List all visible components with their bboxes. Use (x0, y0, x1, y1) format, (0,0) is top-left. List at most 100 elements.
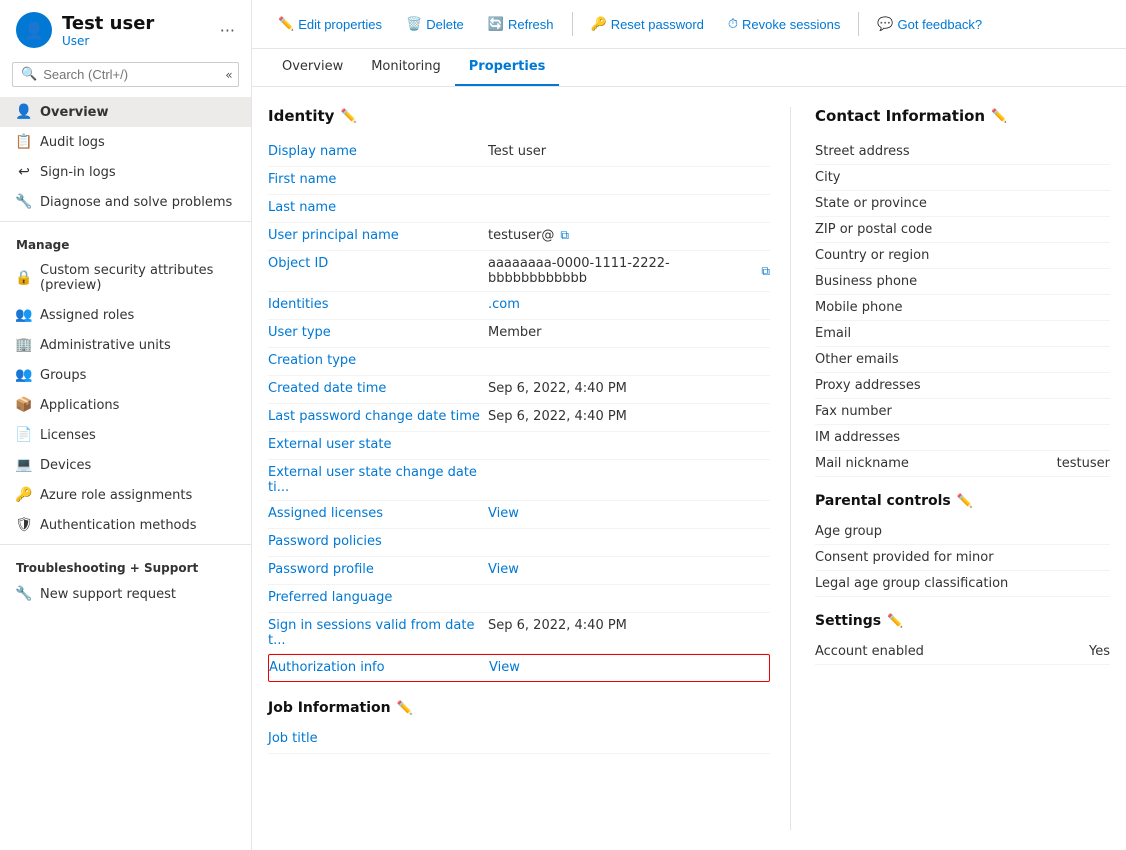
applications-label: Applications (40, 398, 119, 413)
revoke-sessions-button[interactable]: ⏱ Revoke sessions (718, 10, 850, 38)
custom-security-icon: 🔒 (16, 270, 32, 286)
refresh-label: Refresh (508, 17, 554, 32)
contact-field-row: Email (815, 321, 1110, 347)
field-label: Display name (268, 144, 488, 159)
contact-fields: Street address CityState or province ZIP o… (815, 139, 1110, 477)
sidebar-item-auth-methods[interactable]: 🛡 Authentication methods (0, 510, 251, 540)
sidebar-item-custom-security[interactable]: 🔒 Custom security attributes (preview) (0, 256, 251, 300)
contact-field-value: Yes (1089, 644, 1110, 659)
tab-monitoring[interactable]: Monitoring (357, 49, 455, 86)
contact-section-title: Contact Information ✏️ (815, 107, 1110, 125)
sidebar-item-audit-logs[interactable]: 📋 Audit logs (0, 127, 251, 157)
field-value: View (488, 562, 519, 577)
search-icon: 🔍 (21, 67, 37, 82)
field-value: View (489, 660, 520, 675)
sidebar-item-assigned-roles[interactable]: 👥 Assigned roles (0, 300, 251, 330)
user-name: Test user (62, 13, 154, 34)
feedback-button[interactable]: 💬 Got feedback? (867, 10, 992, 38)
edit-properties-button[interactable]: ✏️ Edit properties (268, 10, 392, 38)
avatar: 👤 (16, 12, 52, 48)
field-value: Sep 6, 2022, 4:40 PM (488, 409, 627, 424)
sidebar-item-new-support[interactable]: 🔧 New support request (0, 579, 251, 609)
job-fields: Job title (268, 726, 770, 754)
delete-button[interactable]: 🗑️ Delete (396, 10, 474, 38)
field-label: Preferred language (268, 590, 488, 605)
contact-field-row: IM addresses (815, 425, 1110, 451)
contact-field-row: City (815, 165, 1110, 191)
contact-edit-icon[interactable]: ✏️ (991, 109, 1007, 124)
field-link[interactable]: View (488, 506, 519, 521)
admin-units-label: Administrative units (40, 338, 171, 353)
user-type: User (62, 34, 154, 48)
collapse-icon[interactable]: « (225, 68, 232, 82)
identity-fields: Display nameTest userFirst nameLast name… (268, 139, 770, 682)
search-input[interactable] (43, 67, 219, 82)
copy-icon[interactable]: ⧉ (761, 264, 770, 279)
contact-field-row: ZIP or postal code (815, 217, 1110, 243)
contact-field-label: Country or region (815, 248, 1110, 263)
reset-password-button[interactable]: 🔑 Reset password (581, 10, 714, 38)
groups-label: Groups (40, 368, 86, 383)
overview-icon: 👤 (16, 104, 32, 120)
identity-field-row: Identities.com (268, 292, 770, 320)
field-label: External user state change date ti... (268, 465, 488, 495)
identity-field-row: Display nameTest user (268, 139, 770, 167)
field-label: External user state (268, 437, 488, 452)
field-label: Object ID (268, 256, 488, 271)
identity-field-row: Object IDaaaaaaaa-0000-1111-2222-bbbbbbb… (268, 251, 770, 292)
sidebar-item-sign-in-logs[interactable]: ↩ Sign-in logs (0, 157, 251, 187)
contact-field-row: Country or region (815, 243, 1110, 269)
identity-field-row: User principal nametestuser@⧉ (268, 223, 770, 251)
refresh-button[interactable]: 🔄 Refresh (478, 10, 564, 38)
contact-field-row: State or province (815, 191, 1110, 217)
sidebar-item-admin-units[interactable]: 🏢 Administrative units (0, 330, 251, 360)
field-label: Creation type (268, 353, 488, 368)
field-value: Member (488, 325, 541, 340)
tabs: Overview Monitoring Properties (252, 49, 1126, 87)
contact-field-label: Mobile phone (815, 300, 1110, 315)
sidebar-item-applications[interactable]: 📦 Applications (0, 390, 251, 420)
sidebar-item-groups[interactable]: 👥 Groups (0, 360, 251, 390)
field-link[interactable]: View (488, 562, 519, 577)
field-label: Password policies (268, 534, 488, 549)
sidebar-item-azure-roles[interactable]: 🔑 Azure role assignments (0, 480, 251, 510)
tab-properties[interactable]: Properties (455, 49, 560, 86)
parental-edit-icon[interactable]: ✏️ (957, 494, 973, 509)
groups-icon: 👥 (16, 367, 32, 383)
more-options-icon[interactable]: ··· (220, 21, 235, 40)
reset-password-label: Reset password (611, 17, 704, 32)
identity-field-row: Last password change date timeSep 6, 202… (268, 404, 770, 432)
custom-security-label: Custom security attributes (preview) (40, 263, 235, 293)
assigned-roles-label: Assigned roles (40, 308, 134, 323)
devices-icon: 💻 (16, 457, 32, 473)
field-value: .com (488, 297, 520, 312)
identities-link[interactable]: .com (488, 297, 520, 312)
copy-icon[interactable]: ⧉ (560, 228, 569, 243)
field-label: User type (268, 325, 488, 340)
tab-overview[interactable]: Overview (268, 49, 357, 86)
sidebar-item-overview[interactable]: 👤 Overview (0, 97, 251, 127)
identity-edit-icon[interactable]: ✏️ (340, 109, 356, 124)
contact-field-label: ZIP or postal code (815, 222, 1110, 237)
settings-edit-icon[interactable]: ✏️ (887, 614, 903, 629)
support-icon: 🔧 (16, 586, 32, 602)
contact-field-label: Business phone (815, 274, 1110, 289)
sidebar-item-devices[interactable]: 💻 Devices (0, 450, 251, 480)
diagnose-label: Diagnose and solve problems (40, 195, 232, 210)
sidebar-item-diagnose[interactable]: 🔧 Diagnose and solve problems (0, 187, 251, 217)
contact-field-label: Consent provided for minor (815, 550, 1110, 565)
toolbar: ✏️ Edit properties 🗑️ Delete 🔄 Refresh 🔑… (252, 0, 1126, 49)
contact-field-label: Street address (815, 144, 1110, 159)
field-label: Identities (268, 297, 488, 312)
field-link[interactable]: View (489, 660, 520, 675)
identity-field-row: Created date timeSep 6, 2022, 4:40 PM (268, 376, 770, 404)
contact-field-row: Fax number (815, 399, 1110, 425)
sidebar-item-licenses[interactable]: 📄 Licenses (0, 420, 251, 450)
contact-field-row: Account enabledYes (815, 639, 1110, 665)
content-right: Contact Information ✏️ Street address Cit… (790, 107, 1110, 830)
job-info-section-title: Job Information ✏️ (268, 700, 770, 716)
job-info-edit-icon[interactable]: ✏️ (397, 701, 413, 716)
contact-field-label: Fax number (815, 404, 1110, 419)
azure-roles-label: Azure role assignments (40, 488, 192, 503)
contact-field-label: Other emails (815, 352, 1110, 367)
